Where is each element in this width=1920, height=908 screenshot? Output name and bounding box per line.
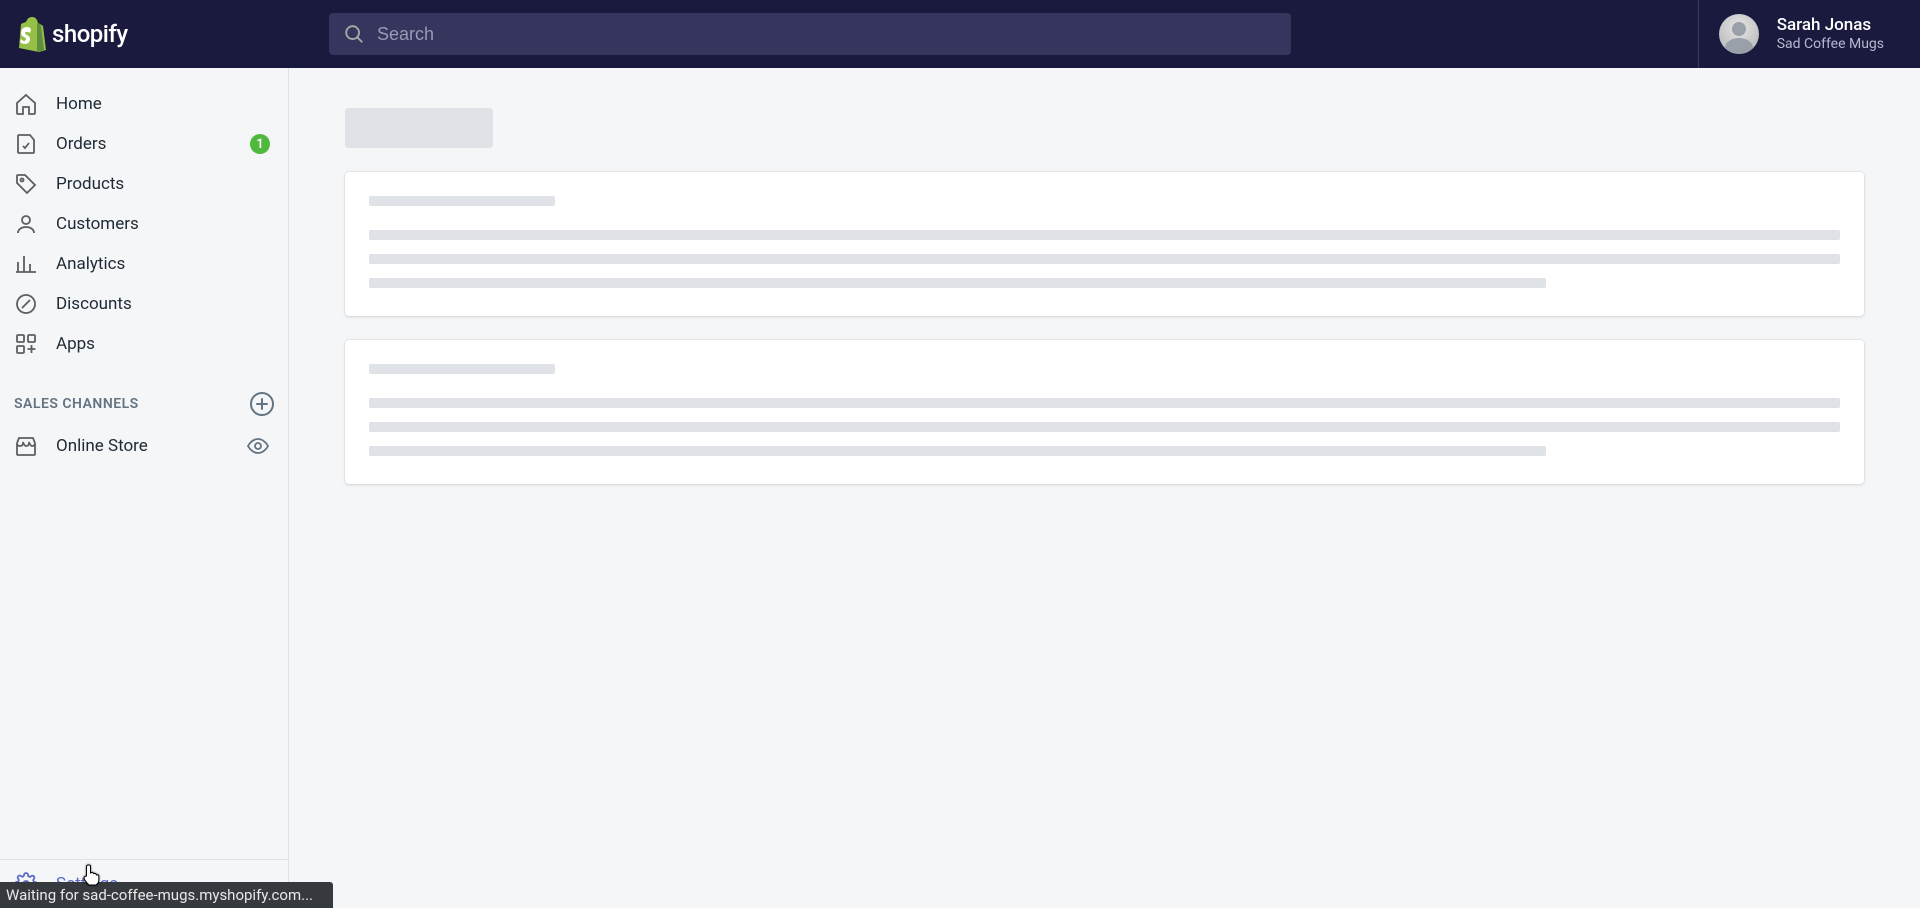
apps-icon (14, 332, 38, 356)
online-store-icon (14, 434, 38, 458)
nav-customers[interactable]: Customers (0, 204, 288, 244)
skeleton-line (369, 278, 1546, 288)
sidebar: Home Orders 1 Products Customers (0, 68, 289, 908)
nav-label: Home (56, 94, 102, 114)
skeleton-line (369, 230, 1840, 240)
skeleton-line (369, 254, 1840, 264)
nav-orders[interactable]: Orders 1 (0, 124, 288, 164)
search-bar[interactable] (329, 13, 1291, 55)
brand-name: shopify (52, 20, 128, 48)
eye-icon (246, 434, 270, 458)
nav-label: Discounts (56, 294, 132, 314)
sales-channels-header: SALES CHANNELS (0, 382, 288, 426)
shopify-bag-icon (14, 16, 46, 52)
nav-label: Online Store (56, 436, 148, 456)
user-store: Sad Coffee Mugs (1777, 36, 1884, 53)
search-icon (343, 23, 365, 45)
search-wrap (329, 13, 1291, 55)
nav-label: Apps (56, 334, 95, 354)
skeleton-page-title (345, 108, 493, 148)
nav-products[interactable]: Products (0, 164, 288, 204)
nav-online-store[interactable]: Online Store (0, 426, 288, 466)
body: Home Orders 1 Products Customers (0, 68, 1920, 908)
plus-icon (256, 398, 268, 410)
orders-badge: 1 (250, 134, 270, 154)
discounts-icon (14, 292, 38, 316)
orders-icon (14, 132, 38, 156)
view-store-button[interactable] (246, 434, 270, 458)
user-menu[interactable]: Sarah Jonas Sad Coffee Mugs (1698, 0, 1920, 68)
nav-discounts[interactable]: Discounts (0, 284, 288, 324)
home-icon (14, 92, 38, 116)
skeleton-line (369, 422, 1840, 432)
nav-label: Customers (56, 214, 139, 234)
skeleton-card (345, 172, 1864, 316)
sales-channels-title: SALES CHANNELS (14, 396, 139, 412)
shopify-logo[interactable]: shopify (14, 16, 128, 52)
user-text: Sarah Jonas Sad Coffee Mugs (1777, 15, 1884, 52)
status-bar: Waiting for sad-coffee-mugs.myshopify.co… (0, 882, 333, 908)
skeleton-card (345, 340, 1864, 484)
add-channel-button[interactable] (250, 392, 274, 416)
status-text: Waiting for sad-coffee-mugs.myshopify.co… (6, 886, 313, 904)
avatar (1719, 14, 1759, 54)
skeleton-heading (369, 196, 555, 206)
nav-apps[interactable]: Apps (0, 324, 288, 364)
nav-home[interactable]: Home (0, 84, 288, 124)
nav-label: Orders (56, 134, 106, 154)
skeleton-heading (369, 364, 555, 374)
analytics-icon (14, 252, 38, 276)
skeleton-line (369, 446, 1546, 456)
nav-label: Products (56, 174, 124, 194)
main-content (289, 68, 1920, 908)
nav-analytics[interactable]: Analytics (0, 244, 288, 284)
nav-channels: Online Store (0, 426, 288, 466)
nav-primary: Home Orders 1 Products Customers (0, 84, 288, 364)
nav-label: Analytics (56, 254, 125, 274)
products-icon (14, 172, 38, 196)
skeleton-line (369, 398, 1840, 408)
topbar: shopify Sarah Jonas Sad Coffee Mugs (0, 0, 1920, 68)
logo-area[interactable]: shopify (14, 16, 289, 52)
search-input[interactable] (377, 24, 1277, 45)
customers-icon (14, 212, 38, 236)
user-name: Sarah Jonas (1777, 15, 1884, 35)
